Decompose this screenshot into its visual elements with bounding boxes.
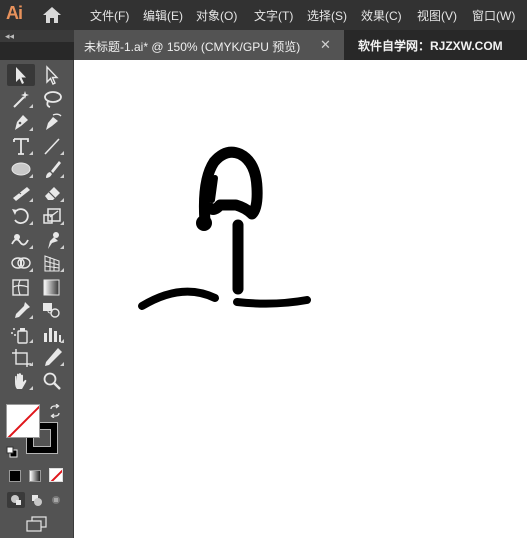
paintbrush-tool-icon[interactable]: [38, 158, 66, 180]
type-tool-icon[interactable]: [7, 135, 35, 157]
line-segment-tool-icon[interactable]: [38, 135, 66, 157]
lasso-tool-icon[interactable]: [38, 88, 66, 110]
app-logo: Ai: [6, 3, 23, 23]
none-mode-button[interactable]: [49, 468, 63, 482]
gradient-tool-icon[interactable]: [38, 276, 66, 298]
scale-tool-icon[interactable]: [38, 205, 66, 227]
document-tab[interactable]: 未标题-1.ai* @ 150% (CMYK/GPU 预览) ✕: [74, 30, 344, 60]
watermark-text: 软件自学网：RJZXW.COM: [358, 39, 503, 53]
draw-inside-icon[interactable]: [47, 492, 65, 508]
slice-tool-icon[interactable]: [38, 346, 66, 368]
artboard-canvas[interactable]: [74, 60, 527, 538]
eraser-tool-icon[interactable]: [38, 182, 66, 204]
pen-tool-icon[interactable]: [7, 111, 35, 133]
loop-inner-stroke: [209, 175, 218, 203]
zoom-tool-icon[interactable]: [38, 370, 66, 392]
menu-view[interactable]: 视图(V): [417, 7, 457, 24]
ellipse-tool-icon[interactable]: [7, 158, 35, 180]
column-graph-tool-icon[interactable]: [38, 323, 66, 345]
menu-type[interactable]: 文字(T): [254, 7, 293, 24]
shape-builder-tool-icon[interactable]: [7, 252, 35, 274]
shaper-tool-icon[interactable]: [7, 182, 35, 204]
left-arc-stroke: [138, 287, 219, 310]
draw-normal-icon[interactable]: [7, 492, 25, 508]
magic-wand-tool-icon[interactable]: [7, 88, 35, 110]
close-tab-icon[interactable]: ✕: [320, 37, 331, 53]
selection-tool-icon[interactable]: [7, 64, 35, 86]
right-baseline-stroke: [233, 296, 311, 308]
puppet-warp-tool-icon[interactable]: [38, 229, 66, 251]
eyedropper-tool-icon[interactable]: [7, 299, 35, 321]
menu-effect[interactable]: 效果(C): [361, 7, 402, 24]
hand-tool-icon[interactable]: [7, 370, 35, 392]
gradient-mode-button[interactable]: [29, 470, 41, 482]
menu-edit[interactable]: 编辑(E): [143, 7, 183, 24]
stroke-end-dot: [196, 215, 212, 231]
direct-selection-tool-icon[interactable]: [38, 64, 66, 86]
warp-tool-icon[interactable]: [7, 229, 35, 251]
mesh-tool-icon[interactable]: [7, 276, 35, 298]
symbol-sprayer-tool-icon[interactable]: [7, 323, 35, 345]
tools-panel: [0, 60, 74, 538]
menu-bar: Ai 文件(F) 编辑(E) 对象(O) 文字(T) 选择(S) 效果(C) 视…: [0, 0, 527, 30]
menu-window[interactable]: 窗口(W): [472, 7, 515, 24]
menu-object[interactable]: 对象(O): [196, 7, 237, 24]
blend-tool-icon[interactable]: [38, 299, 66, 321]
default-fill-stroke-icon[interactable]: [6, 445, 18, 458]
artboard-tool-icon[interactable]: [7, 346, 35, 368]
panel-collapse-button[interactable]: ◂◂: [0, 30, 74, 42]
home-icon[interactable]: [42, 6, 62, 24]
swap-fill-stroke-icon[interactable]: [48, 403, 62, 419]
rotate-tool-icon[interactable]: [7, 205, 35, 227]
menu-select[interactable]: 选择(S): [307, 7, 347, 24]
perspective-grid-tool-icon[interactable]: [38, 252, 66, 274]
document-tab-title: 未标题-1.ai* @ 150% (CMYK/GPU 预览): [84, 40, 301, 54]
screen-mode-icon[interactable]: [25, 516, 49, 532]
fill-swatch-none[interactable]: [6, 404, 40, 438]
curvature-tool-icon[interactable]: [38, 111, 66, 133]
color-mode-button[interactable]: [9, 470, 21, 482]
draw-behind-icon[interactable]: [27, 492, 45, 508]
menu-file[interactable]: 文件(F): [90, 7, 129, 24]
artwork: [138, 146, 311, 310]
